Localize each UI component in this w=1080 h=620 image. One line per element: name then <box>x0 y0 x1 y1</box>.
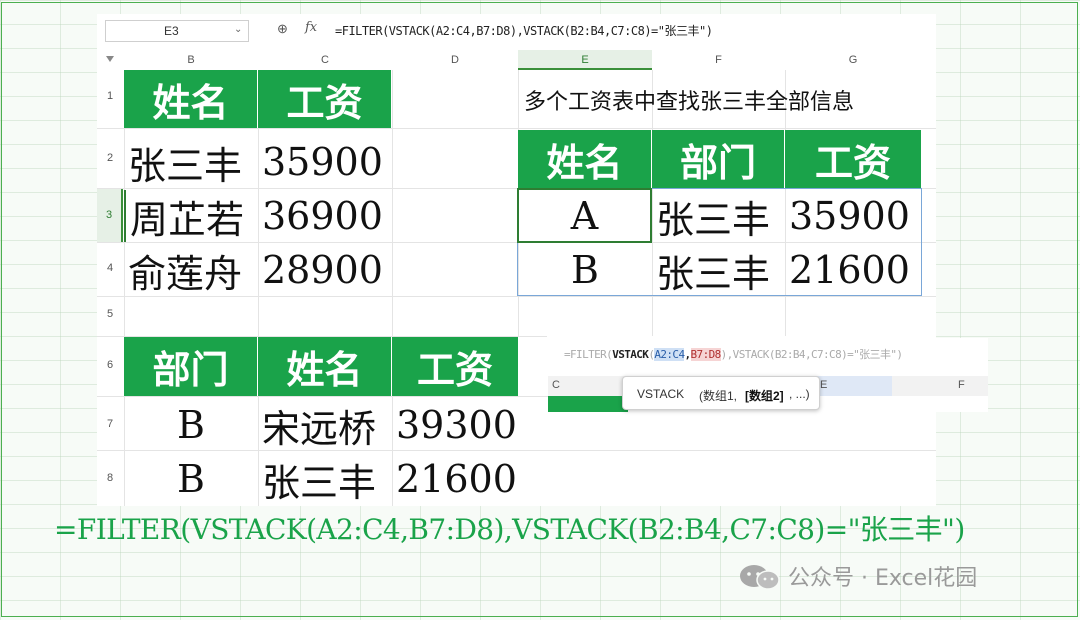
row-header-3[interactable]: 3 <box>97 188 123 242</box>
inset-formula-text: =FILTER(VSTACK(A2:C4,B7:D8),VSTACK(B2:B4… <box>564 348 903 361</box>
column-header-f[interactable]: F <box>652 50 785 70</box>
table2-header-name[interactable]: 姓名 <box>258 337 391 396</box>
gridline <box>97 128 936 129</box>
result-header-name[interactable]: 姓名 <box>518 130 651 188</box>
result-cell[interactable]: 张三丰 <box>652 244 785 296</box>
inset-green-block <box>548 396 628 412</box>
result-cell[interactable]: B <box>518 244 652 296</box>
chevron-down-icon[interactable]: ⌄ <box>234 24 242 35</box>
row-header-4[interactable]: 4 <box>97 262 123 274</box>
table1-cell[interactable]: 36900 <box>258 190 392 242</box>
formula-bar-input[interactable]: =FILTER(VSTACK(A2:C4,B7:D8),VSTACK(B2:B4… <box>335 22 713 39</box>
column-header-c[interactable]: C <box>258 50 392 70</box>
function-tooltip: VSTACK (数组1, [数组2] , ...) <box>622 376 820 410</box>
result-cell[interactable]: 35900 <box>785 190 921 242</box>
table2-cell[interactable]: B <box>124 400 258 450</box>
row-header-5[interactable]: 5 <box>97 308 123 320</box>
tooltip-arg-more: , ...) <box>789 387 810 401</box>
watermark-text: 公众号 · Excel花园 <box>788 566 978 591</box>
column-header-g[interactable]: G <box>785 50 921 70</box>
result-cell[interactable]: 21600 <box>785 244 921 296</box>
fx-icon[interactable]: fx <box>305 20 317 35</box>
tooltip-arg1: (数组1, <box>699 389 738 403</box>
inset-column-e: E <box>820 379 828 391</box>
table1-cell[interactable]: 周芷若 <box>124 190 258 242</box>
column-header-e[interactable]: E <box>518 50 652 70</box>
table1-header-name[interactable]: 姓名 <box>124 70 257 128</box>
zoom-search-icon[interactable]: ⊕ <box>277 21 288 37</box>
result-header-dept[interactable]: 部门 <box>652 130 784 188</box>
active-cell-e3[interactable]: A <box>517 188 652 243</box>
table2-header-dept[interactable]: 部门 <box>124 337 257 396</box>
formula-caption: =FILTER(VSTACK(A2:C4,B7:D8),VSTACK(B2:B4… <box>54 513 965 546</box>
table2-cell[interactable]: 39300 <box>392 400 518 450</box>
table1-cell[interactable]: 28900 <box>258 244 392 296</box>
name-box[interactable]: E3 ⌄ <box>105 20 249 42</box>
row-header-1[interactable]: 1 <box>97 90 123 102</box>
tooltip-function-name: VSTACK <box>637 387 685 401</box>
table2-cell[interactable]: 宋远桥 <box>258 400 392 451</box>
inset-selected-column <box>816 376 892 396</box>
table1-cell[interactable]: 35900 <box>258 136 392 188</box>
column-header-b[interactable]: B <box>124 50 258 70</box>
table1-cell[interactable]: 俞莲舟 <box>124 244 258 296</box>
result-cell[interactable]: 张三丰 <box>652 190 785 242</box>
table2-cell[interactable]: 21600 <box>392 454 518 504</box>
result-title[interactable]: 多个工资表中查找张三丰全部信息 <box>518 74 928 126</box>
name-box-value: E3 <box>164 24 179 38</box>
table1-cell[interactable]: 张三丰 <box>124 136 258 188</box>
select-all-corner-icon[interactable] <box>106 56 114 62</box>
table1-header-salary[interactable]: 工资 <box>258 70 391 128</box>
gridline <box>97 296 936 297</box>
row-header-6[interactable]: 6 <box>97 359 123 371</box>
column-header-d[interactable]: D <box>392 50 518 70</box>
table2-header-salary[interactable]: 工资 <box>392 337 518 396</box>
table2-cell[interactable]: 张三丰 <box>258 454 392 505</box>
inset-column-c: C <box>552 379 560 391</box>
table2-cell[interactable]: B <box>124 454 258 504</box>
gridline <box>97 450 936 451</box>
wechat-icon <box>740 565 780 590</box>
tooltip-arg2: [数组2] <box>745 389 784 403</box>
result-header-salary[interactable]: 工资 <box>785 130 921 188</box>
inset-column-f: F <box>958 379 965 391</box>
row-header-2[interactable]: 2 <box>97 152 123 164</box>
row-header-8[interactable]: 8 <box>97 472 123 484</box>
row-header-7[interactable]: 7 <box>97 418 123 430</box>
